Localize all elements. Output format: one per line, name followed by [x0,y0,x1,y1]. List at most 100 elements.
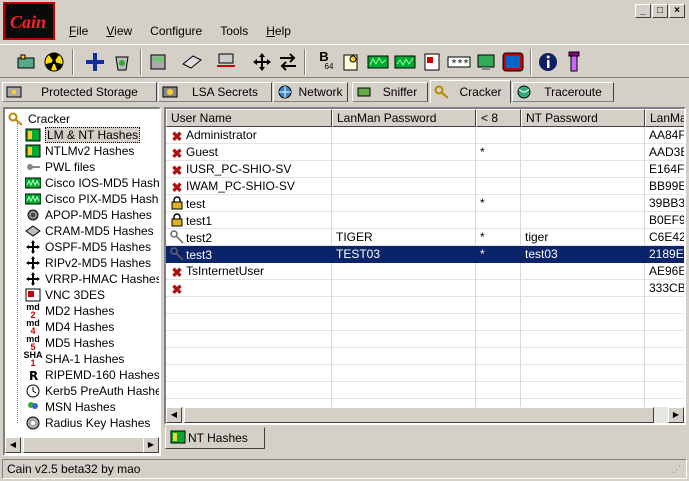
tree-item-cisco-ios-md5-hashes[interactable]: Cisco IOS-MD5 Hashes [24,175,159,191]
tree-item-sha-1-hashes[interactable]: SHA 1 SHA-1 Hashes [24,351,125,368]
tree-item-cisco-pix-md5-hashes[interactable]: Cisco PIX-MD5 Hashes [24,191,159,207]
scroll-right-arrow-icon[interactable]: ▶ [668,407,684,423]
empty-cell [476,331,521,348]
tree-item-vnc-3des[interactable]: VNC 3DES [24,287,105,303]
tree-item-cram-md5-hashes[interactable]: CRAM-MD5 Hashes [24,223,154,239]
protected-storage-icon [5,84,23,100]
tree-item-pwl-files[interactable]: PWL files [24,159,95,175]
hash-calculator-icon[interactable] [146,50,170,74]
list-horizontal-scrollbar[interactable]: ◀ ▶ [166,407,684,423]
column-header[interactable]: LanMa [645,109,684,127]
menu-tools[interactable]: Tools [211,22,257,40]
resize-grip-icon[interactable]: ⋰ [672,464,684,476]
chart-icon[interactable] [366,50,390,74]
tab-label: Network [298,85,343,99]
tree-item-apop-md5-hashes[interactable]: APOP-MD5 Hashes [24,207,152,223]
table-row[interactable]: test1 B0EF9 [166,212,684,229]
column-header[interactable]: NT Password [521,109,645,127]
user-name: test1 [186,214,213,228]
tree-item-msn-hashes[interactable]: MSN Hashes [24,399,116,415]
cell-lt8 [476,178,521,195]
network-card-icon[interactable] [14,50,38,74]
tree-root-label: Cracker [28,112,71,126]
tree-item-lm-nt-hashes[interactable]: LM & NT Hashes [24,127,141,143]
tree-horizontal-scrollbar[interactable]: ◀ ▶ [5,437,159,453]
scroll-left-arrow-icon[interactable]: ◀ [5,437,21,453]
empty-cell [166,331,332,348]
table-row[interactable]: test2 TIGER * tiger C6E42 [166,229,684,246]
empty-cell [166,297,332,314]
tree-item-ripv2-md5-hashes[interactable]: RIPv2-MD5 Hashes [24,255,151,271]
tree-item-md2-hashes[interactable]: md 2 MD2 Hashes [24,303,114,320]
document-icon[interactable] [420,50,444,74]
base64-icon[interactable]: B 64 [312,50,336,74]
tab-protected-storage[interactable]: Protected Storage [2,82,157,102]
tab-traceroute[interactable]: Traceroute [512,82,614,102]
cracker-tree[interactable]: Cracker LM & NT Hashes NTLMv2 Hashes PWL fi… [3,107,161,456]
tree-root-cracker[interactable]: Cracker [7,111,70,127]
radiation-icon[interactable] [42,50,66,74]
tree-item-label: MD5 Hashes [45,336,115,350]
kerberos-icon [24,384,42,399]
tab-sniffer[interactable]: Sniffer [352,82,428,102]
table-row[interactable]: ✖ IUSR_PC-SHIO-SV E164F [166,161,684,178]
table-row[interactable]: test * 39BB3 [166,195,684,212]
info-icon[interactable] [536,50,560,74]
scroll-left-arrow-icon[interactable]: ◀ [166,407,182,423]
chart-icon[interactable] [393,50,417,74]
tree-item-vrrp-hmac-hashes[interactable]: VRRP-HMAC Hashes [24,271,161,287]
monitor-icon[interactable] [474,50,498,74]
swap-arrows-icon[interactable] [276,50,300,74]
tree-item-md5-hashes[interactable]: md 5 MD5 Hashes [24,335,115,352]
table-row[interactable]: ✖ 333CB [166,280,684,297]
eraser-icon[interactable] [180,50,204,74]
cell-lt8: * [476,246,521,263]
certificate-icon[interactable] [339,50,363,74]
cell-lm [332,178,476,195]
tree-item-label: MD4 Hashes [45,320,115,334]
tab-network[interactable]: Network [273,82,348,102]
tree-item-label: VRRP-HMAC Hashes [45,272,161,286]
menu-help[interactable]: Help [257,22,300,40]
cell-lt8 [476,280,521,297]
add-icon[interactable] [83,50,107,74]
vnc-viewer-icon[interactable] [501,50,525,74]
test-tube-icon[interactable] [562,50,586,74]
column-header[interactable]: User Name [166,109,332,127]
scroll-thumb[interactable] [184,407,654,423]
table-row[interactable]: ✖ IWAM_PC-SHIO-SV BB99E [166,178,684,195]
lock-icon [170,196,184,210]
menu-configure[interactable]: Configure [141,22,211,40]
close-button[interactable]: × [669,4,685,18]
tree-item-ripemd-160-hashes[interactable]: R RIPEMD-160 Hashes [24,367,159,383]
table-row[interactable]: ✖ TsInternetUser AE96E [166,263,684,280]
menu-file[interactable]: File [60,22,97,40]
password-field-icon[interactable]: *** [447,50,471,74]
maximize-button[interactable]: □ [652,4,668,18]
column-header[interactable]: < 8 [476,109,521,127]
empty-cell [166,382,332,399]
move-icon[interactable] [250,50,274,74]
cell-lm: TEST03 [332,246,476,263]
tab-cracker[interactable]: Cracker [430,80,511,103]
column-header[interactable]: LanMan Password [332,109,476,127]
tree-item-ospf-md5-hashes[interactable]: OSPF-MD5 Hashes [24,239,151,255]
tree-item-ntlmv2-hashes[interactable]: NTLMv2 Hashes [24,143,134,159]
menu-view[interactable]: View [97,22,141,40]
tab-lsa-secrets[interactable]: LSA Secrets [158,82,272,102]
tree-item-kerb5-preauth-hashes[interactable]: Kerb5 PreAuth Hashes [24,383,159,399]
scroll-right-arrow-icon[interactable]: ▶ [143,437,159,453]
tree-item-label: RIPv2-MD5 Hashes [45,256,152,270]
table-row[interactable]: test3 TEST03 * test03 2189E [166,246,684,263]
recycle-bin-icon[interactable] [110,50,134,74]
tab-nt-hashes[interactable]: NT Hashes [165,427,265,449]
minimize-button[interactable]: _ [635,4,651,18]
tree-item-md4-hashes[interactable]: md 4 MD4 Hashes [24,319,115,336]
scroll-thumb[interactable] [23,437,147,453]
tree-item-radius-key-hashes[interactable]: Radius Key Hashes [24,415,150,431]
network-scan-icon[interactable] [214,50,238,74]
table-row[interactable]: ✖ Guest * AAD3B [166,144,684,161]
rip-icon [24,256,42,271]
table-row[interactable]: ✖ Administrator AA84F [166,127,684,144]
app-logo-text: Cain [10,12,47,32]
